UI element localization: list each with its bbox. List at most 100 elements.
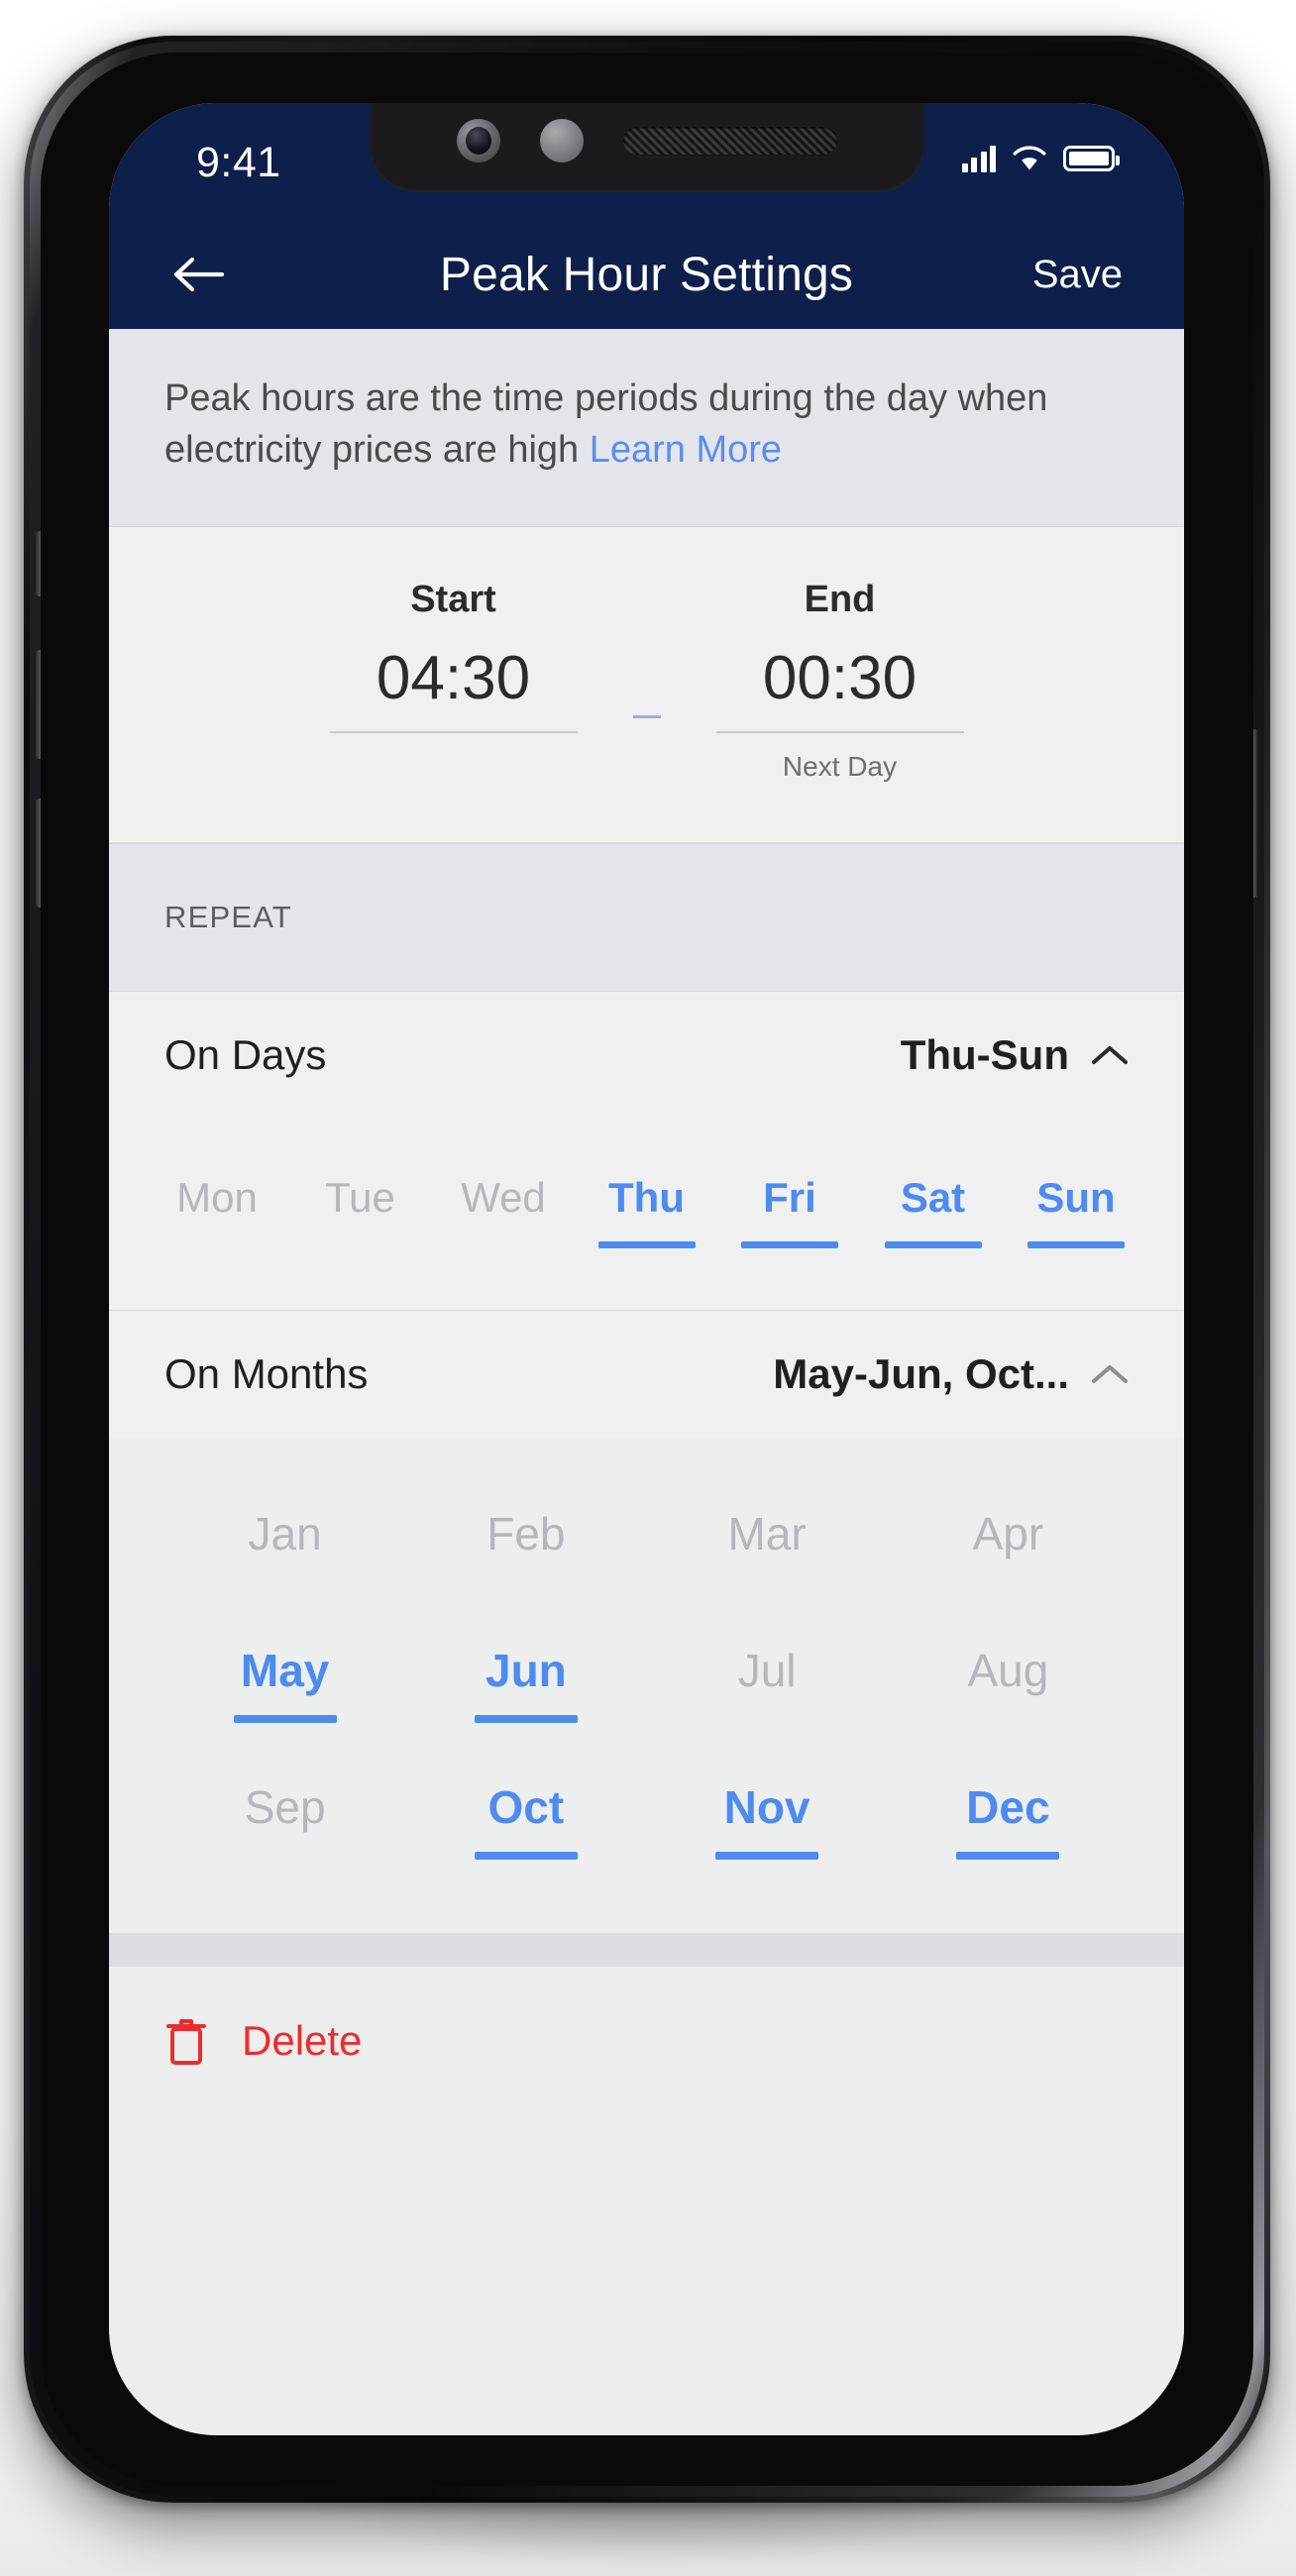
- month-option-selected-underline: [715, 1851, 819, 1860]
- trash-icon: [166, 2018, 206, 2065]
- month-option-selected-underline: [715, 1578, 818, 1586]
- back-button[interactable]: [170, 247, 226, 302]
- day-option-thu[interactable]: Thu: [583, 1174, 711, 1248]
- delete-button[interactable]: Delete: [109, 1966, 1184, 2115]
- on-months-value: May-Jun, Oct...: [773, 1349, 1069, 1397]
- day-option-label: Sun: [1036, 1173, 1116, 1221]
- on-days-summary: Thu-Sun: [901, 1031, 1129, 1079]
- status-bar: 9:41: [109, 103, 1184, 220]
- month-option-label: Feb: [486, 1507, 566, 1559]
- month-option-selected-underline: [956, 1851, 1060, 1860]
- month-option-selected-underline: [234, 1578, 337, 1586]
- month-option-jan[interactable]: Jan: [234, 1507, 337, 1586]
- month-option-apr[interactable]: Apr: [956, 1507, 1059, 1586]
- month-option-selected-underline: [956, 1715, 1059, 1723]
- end-time-note: Next Day: [782, 750, 898, 782]
- repeat-section-header: REPEAT: [109, 842, 1184, 992]
- status-indicators: [961, 145, 1120, 172]
- month-option-jul[interactable]: Jul: [715, 1644, 818, 1723]
- day-option-label: Wed: [461, 1173, 546, 1221]
- month-option-selected-underline: [956, 1578, 1059, 1586]
- month-option-label: Nov: [723, 1780, 810, 1833]
- save-button[interactable]: Save: [1032, 253, 1123, 297]
- status-clock: 9:41: [196, 139, 281, 186]
- day-option-selected-underline: [312, 1241, 409, 1248]
- day-option-label: Sat: [900, 1173, 966, 1221]
- month-option-jun[interactable]: Jun: [474, 1644, 578, 1723]
- month-option-label: Aug: [967, 1644, 1049, 1696]
- month-option-may[interactable]: May: [233, 1644, 337, 1723]
- navigation-bar: Peak Hour Settings Save: [109, 220, 1184, 329]
- month-option-label: Oct: [487, 1780, 565, 1833]
- day-option-label: Mon: [176, 1173, 258, 1221]
- description-text: Peak hours are the time periods during t…: [164, 373, 1129, 477]
- start-time-group: Start 04:30: [290, 579, 617, 783]
- day-option-wed[interactable]: Wed: [439, 1174, 568, 1248]
- month-option-selected-underline: [474, 1851, 578, 1860]
- time-range-separator: [617, 714, 677, 718]
- month-option-aug[interactable]: Aug: [956, 1644, 1059, 1723]
- day-option-mon[interactable]: Mon: [153, 1174, 281, 1248]
- time-range-section: Start 04:30 End 00:30 Next Day: [109, 526, 1184, 843]
- month-option-label: Jul: [737, 1644, 797, 1696]
- volume-down-button[interactable]: [36, 799, 45, 908]
- delete-label: Delete: [242, 2016, 363, 2064]
- month-option-oct[interactable]: Oct: [474, 1780, 578, 1860]
- month-option-label: Sep: [244, 1780, 326, 1833]
- day-of-week-picker: Mon Tue Wed Thu Fri Sat Sun: [109, 1118, 1184, 1311]
- repeat-section-title: REPEAT: [164, 899, 292, 934]
- earpiece-speaker: [622, 127, 837, 155]
- on-months-label: On Months: [164, 1349, 369, 1397]
- day-option-selected-underline: [884, 1240, 982, 1248]
- page-backdrop: 9:41 Peak Hour Settings Save Peak hours …: [0, 0, 1296, 2576]
- day-option-fri[interactable]: Fri: [725, 1174, 854, 1248]
- month-option-selected-underline: [715, 1715, 818, 1723]
- month-option-selected-underline: [234, 1852, 337, 1860]
- on-days-value: Thu-Sun: [900, 1030, 1069, 1078]
- month-option-label: Jun: [485, 1644, 567, 1696]
- front-camera-icon: [456, 119, 500, 162]
- on-months-row[interactable]: On Months May-Jun, Oct...: [109, 1310, 1184, 1438]
- month-option-dec[interactable]: Dec: [956, 1780, 1060, 1860]
- day-option-sun[interactable]: Sun: [1012, 1174, 1140, 1248]
- day-option-label: Tue: [325, 1173, 395, 1221]
- day-option-selected-underline: [168, 1241, 266, 1248]
- description-banner: Peak hours are the time periods during t…: [109, 329, 1184, 527]
- start-time-value[interactable]: 04:30: [329, 643, 578, 733]
- section-divider: [109, 1932, 1184, 1967]
- day-option-tue[interactable]: Tue: [296, 1174, 425, 1248]
- day-option-label: Thu: [608, 1173, 685, 1221]
- month-option-label: Jan: [248, 1507, 322, 1559]
- day-option-sat[interactable]: Sat: [869, 1174, 998, 1248]
- back-arrow-icon: [173, 257, 225, 292]
- power-button[interactable]: [1249, 729, 1258, 898]
- month-option-label: Mar: [727, 1507, 807, 1559]
- day-option-selected-underline: [1027, 1240, 1125, 1248]
- month-option-selected-underline: [233, 1714, 337, 1723]
- mute-switch[interactable]: [36, 531, 45, 596]
- end-time-label: End: [804, 578, 876, 620]
- phone-screen: 9:41 Peak Hour Settings Save Peak hours …: [109, 103, 1184, 2435]
- end-time-group: End 00:30 Next Day: [677, 579, 1004, 783]
- day-option-selected-underline: [455, 1241, 552, 1248]
- chevron-up-icon[interactable]: [1091, 1362, 1129, 1386]
- month-picker: Jan Feb Mar Apr May Jun Jul Aug Sep Oct Nov Dec: [109, 1437, 1184, 1933]
- month-option-selected-underline: [475, 1578, 578, 1586]
- day-option-selected-underline: [597, 1240, 696, 1248]
- day-option-label: Fri: [763, 1173, 816, 1221]
- chevron-up-icon[interactable]: [1091, 1043, 1129, 1067]
- month-option-nov[interactable]: Nov: [715, 1780, 819, 1860]
- volume-up-button[interactable]: [36, 650, 45, 759]
- cellular-signal-icon: [961, 145, 996, 172]
- on-days-row[interactable]: On Days Thu-Sun: [109, 991, 1184, 1119]
- on-days-label: On Days: [164, 1030, 327, 1078]
- page-title: Peak Hour Settings: [439, 248, 854, 301]
- on-months-summary: May-Jun, Oct...: [773, 1350, 1129, 1398]
- face-sensor-icon: [539, 119, 584, 162]
- month-option-mar[interactable]: Mar: [715, 1507, 818, 1586]
- learn-more-link[interactable]: Learn More: [590, 429, 782, 471]
- end-time-value[interactable]: 00:30: [715, 643, 964, 733]
- month-option-feb[interactable]: Feb: [475, 1507, 578, 1586]
- month-option-sep[interactable]: Sep: [234, 1780, 337, 1860]
- battery-full-icon: [1063, 146, 1120, 171]
